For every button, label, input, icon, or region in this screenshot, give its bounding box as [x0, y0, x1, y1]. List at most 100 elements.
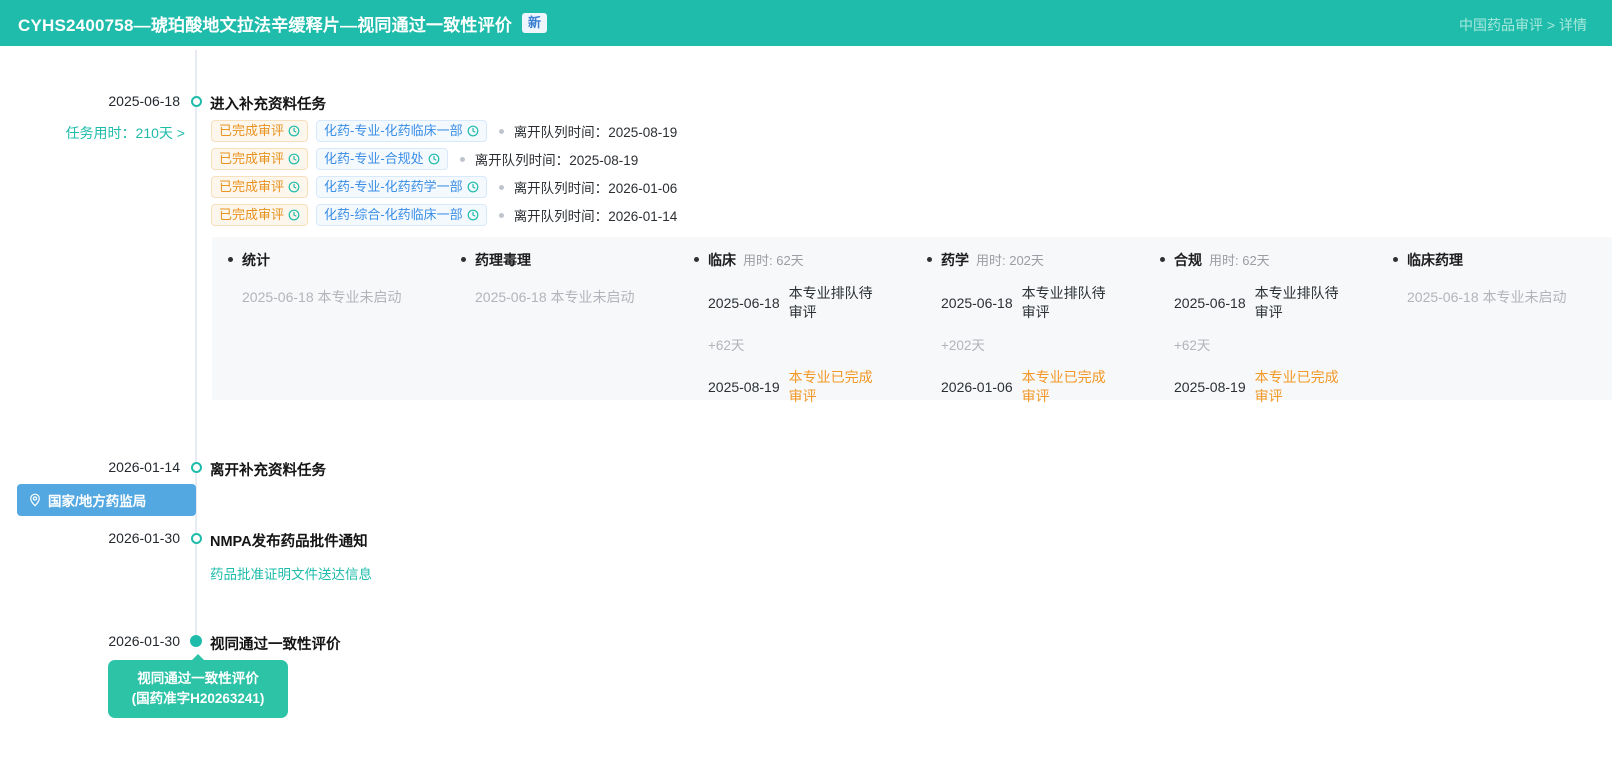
- specialty-duration: 用时: 62天: [743, 250, 804, 269]
- specialty-column-clinical: 临床 用时: 62天 2025-06-18 本专业排队待审评 +62天 2025…: [678, 237, 911, 400]
- step-gap: +202天: [941, 334, 1134, 354]
- new-badge: 新: [522, 13, 547, 33]
- leave-queue-time: 离开队列时间：2026-01-14: [514, 205, 678, 225]
- leave-queue-time: 离开队列时间：2026-01-06: [514, 177, 678, 197]
- step-status: 本专业排队待审评: [789, 284, 881, 322]
- event3-marker-icon: [191, 533, 202, 544]
- department-tag[interactable]: 化药-专业-合规处: [316, 148, 448, 170]
- step-date: 2025-06-18: [1174, 295, 1246, 311]
- step-date: 2025-08-19: [708, 379, 780, 395]
- bullet-icon: [228, 257, 233, 262]
- event2-date: 2026-01-14: [0, 459, 180, 475]
- clock-icon: [467, 125, 479, 137]
- specialty-column-clinpharm: 临床药理 2025-06-18 本专业未启动: [1377, 237, 1610, 400]
- specialty-name: 临床药理: [1407, 250, 1463, 270]
- specialty-column-pharmacy: 药学 用时: 202天 2025-06-18 本专业排队待审评 +202天 20…: [911, 237, 1144, 400]
- step-status: 本专业排队待审评: [1022, 284, 1114, 322]
- clock-icon: [467, 209, 479, 221]
- breadcrumb[interactable]: 中国药品审评 > 详情: [1459, 15, 1587, 35]
- queue-row: 已完成审评 化药-专业-化药临床一部 离开队列时间：2025-08-19: [211, 120, 677, 142]
- specialty-step: 2025-08-19 本专业已完成审评: [1174, 368, 1367, 406]
- department-tag[interactable]: 化药-专业-化药临床一部: [316, 120, 487, 142]
- clock-icon: [288, 125, 300, 137]
- specialty-step: 2025-06-18 本专业排队待审评: [708, 284, 901, 322]
- event3-title: NMPA发布药品批件通知: [210, 530, 368, 551]
- step-date: 2025-06-18: [941, 295, 1013, 311]
- step-gap: +62天: [708, 334, 901, 354]
- event2-title: 离开补充资料任务: [210, 459, 326, 480]
- bullet-icon: [1160, 257, 1165, 262]
- specialty-step: 2026-01-06 本专业已完成审评: [941, 368, 1134, 406]
- review-status-tag[interactable]: 已完成审评: [211, 176, 308, 198]
- step-status: 本专业排队待审评: [1255, 284, 1347, 322]
- queue-row: 已完成审评 化药-专业-合规处 离开队列时间：2025-08-19: [211, 148, 638, 170]
- review-status-label: 已完成审评: [219, 177, 284, 197]
- approval-tooltip: 视同通过一致性评价 (国药准字H20263241): [108, 660, 288, 718]
- clock-icon: [467, 181, 479, 193]
- bullet-icon: [927, 257, 932, 262]
- specialty-name: 合规: [1174, 250, 1202, 270]
- event1-date: 2025-06-18: [0, 93, 180, 109]
- approval-document-link[interactable]: 药品批准证明文件送达信息: [210, 563, 372, 583]
- department-label: 化药-专业-合规处: [324, 149, 424, 169]
- department-label: 化药-综合-化药临床一部: [324, 205, 463, 225]
- specialty-panel: 统计 2025-06-18 本专业未启动 药理毒理 2025-06-18 本专业…: [212, 237, 1612, 400]
- leave-queue-time: 离开队列时间：2025-08-19: [514, 121, 678, 141]
- step-status: 本专业已完成审评: [1255, 368, 1347, 406]
- specialty-name: 药学: [941, 250, 969, 270]
- event4-marker-icon: [190, 635, 202, 647]
- department-tag[interactable]: 化药-综合-化药临床一部: [316, 204, 487, 226]
- event1-title: 进入补充资料任务: [210, 93, 326, 114]
- tooltip-line2: (国药准字H20263241): [116, 689, 280, 709]
- bullet-icon: [1393, 257, 1398, 262]
- page: CYHS2400758—琥珀酸地文拉法辛缓释片—视同通过一致性评价 新 中国药品…: [0, 0, 1612, 759]
- tooltip-arrow-icon: [191, 654, 205, 661]
- separator-dot: [460, 157, 465, 162]
- agency-badge[interactable]: 国家/地方药监局: [17, 484, 196, 516]
- separator-dot: [499, 213, 504, 218]
- bullet-icon: [461, 257, 466, 262]
- event4-date: 2026-01-30: [0, 633, 180, 649]
- event2-marker-icon: [191, 462, 202, 473]
- clock-icon: [428, 153, 440, 165]
- bullet-icon: [694, 257, 699, 262]
- step-status: 本专业已完成审评: [1022, 368, 1114, 406]
- clock-icon: [288, 153, 300, 165]
- specialty-column-statistics: 统计 2025-06-18 本专业未启动: [212, 237, 445, 400]
- review-status-label: 已完成审评: [219, 205, 284, 225]
- step-date: 2025-06-18: [708, 295, 780, 311]
- clock-icon: [288, 209, 300, 221]
- specialty-name: 临床: [708, 250, 736, 270]
- event1-marker-icon: [191, 96, 202, 107]
- page-title: CYHS2400758—琥珀酸地文拉法辛缓释片—视同通过一致性评价: [18, 11, 512, 36]
- specialty-duration: 用时: 202天: [976, 250, 1044, 269]
- department-label: 化药-专业-化药临床一部: [324, 121, 463, 141]
- step-gap: +62天: [1174, 334, 1367, 354]
- event4-title: 视同通过一致性评价: [210, 633, 341, 654]
- specialty-status: 2025-06-18 本专业未启动: [1407, 287, 1600, 307]
- specialty-column-pharmtox: 药理毒理 2025-06-18 本专业未启动: [445, 237, 678, 400]
- review-status-label: 已完成审评: [219, 149, 284, 169]
- step-date: 2025-08-19: [1174, 379, 1246, 395]
- review-status-tag[interactable]: 已完成审评: [211, 204, 308, 226]
- step-status: 本专业已完成审评: [789, 368, 881, 406]
- leave-queue-time: 离开队列时间：2025-08-19: [475, 149, 639, 169]
- specialty-status: 2025-06-18 本专业未启动: [242, 287, 435, 307]
- task-duration-link[interactable]: 任务用时：210天 >: [0, 123, 185, 143]
- step-date: 2026-01-06: [941, 379, 1013, 395]
- header-bar: CYHS2400758—琥珀酸地文拉法辛缓释片—视同通过一致性评价 新 中国药品…: [0, 0, 1612, 46]
- specialty-step: 2025-06-18 本专业排队待审评: [1174, 284, 1367, 322]
- review-status-label: 已完成审评: [219, 121, 284, 141]
- specialty-step: 2025-08-19 本专业已完成审评: [708, 368, 901, 406]
- review-status-tag[interactable]: 已完成审评: [211, 148, 308, 170]
- department-tag[interactable]: 化药-专业-化药药学一部: [316, 176, 487, 198]
- timeline-line: [195, 50, 197, 641]
- specialty-status: 2025-06-18 本专业未启动: [475, 287, 668, 307]
- queue-row: 已完成审评 化药-专业-化药药学一部 离开队列时间：2026-01-06: [211, 176, 677, 198]
- specialty-step: 2025-06-18 本专业排队待审评: [941, 284, 1134, 322]
- department-label: 化药-专业-化药药学一部: [324, 177, 463, 197]
- review-status-tag[interactable]: 已完成审评: [211, 120, 308, 142]
- queue-row: 已完成审评 化药-综合-化药临床一部 离开队列时间：2026-01-14: [211, 204, 677, 226]
- agency-badge-label: 国家/地方药监局: [48, 490, 146, 510]
- event3-date: 2026-01-30: [0, 530, 180, 546]
